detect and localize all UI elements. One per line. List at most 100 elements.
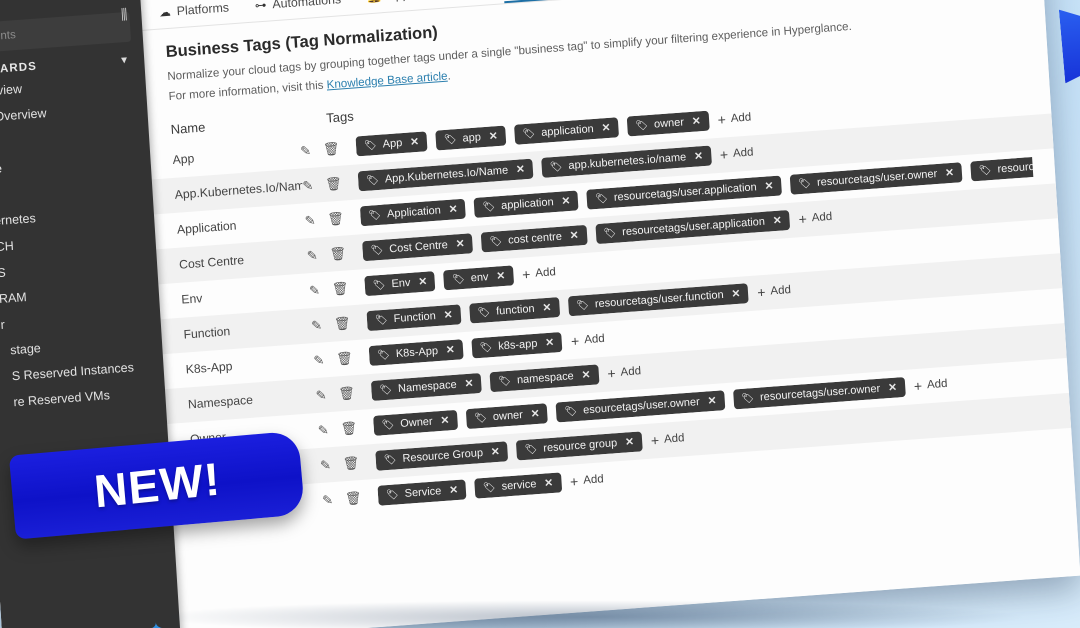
remove-tag-icon[interactable]: ✕ bbox=[581, 369, 591, 382]
remove-tag-icon[interactable]: ✕ bbox=[731, 288, 741, 301]
tag-chip[interactable]: 🏷 app.kubernetes.io/name ✕ bbox=[541, 145, 712, 179]
remove-tag-icon[interactable]: ✕ bbox=[569, 230, 579, 243]
remove-tag-icon[interactable]: ✕ bbox=[694, 150, 704, 163]
remove-tag-icon[interactable]: ✕ bbox=[888, 382, 898, 395]
add-tag-button[interactable]: + Add bbox=[522, 265, 556, 283]
remove-tag-icon[interactable]: ✕ bbox=[945, 167, 955, 180]
tag-chip[interactable]: 🏷 application ✕ bbox=[514, 117, 620, 145]
add-tag-button[interactable]: + Add bbox=[570, 332, 606, 350]
delete-icon[interactable]: 🗑 bbox=[334, 315, 351, 331]
delete-icon[interactable]: 🗑 bbox=[340, 420, 357, 436]
page-drop-shadow bbox=[150, 600, 1030, 628]
delete-icon[interactable]: 🗑 bbox=[342, 455, 359, 471]
remove-tag-icon[interactable]: ✕ bbox=[496, 270, 506, 283]
add-tag-button[interactable]: + Add bbox=[650, 431, 684, 449]
remove-tag-icon[interactable]: ✕ bbox=[707, 395, 717, 408]
tag-chip[interactable]: 🏷 cost centre ✕ bbox=[480, 224, 588, 253]
tag-label: service bbox=[501, 478, 537, 493]
remove-tag-icon[interactable]: ✕ bbox=[448, 203, 458, 216]
edit-icon[interactable]: ✎ bbox=[317, 422, 329, 438]
remove-tag-icon[interactable]: ✕ bbox=[545, 337, 555, 350]
tag-chip[interactable]: 🏷 resourcetags/user.function ✕ bbox=[567, 283, 750, 317]
remove-tag-icon[interactable]: ✕ bbox=[773, 215, 783, 228]
chevron-down-icon[interactable]: ▼ bbox=[119, 54, 131, 66]
delete-icon[interactable]: 🗑 bbox=[329, 245, 346, 261]
edit-icon[interactable]: ✎ bbox=[311, 317, 323, 333]
tag-chip[interactable]: 🏷 Cost Centre ✕ bbox=[362, 233, 474, 262]
tag-chip[interactable]: 🏷 env ✕ bbox=[443, 265, 514, 291]
tab-platforms[interactable]: ☁ Platforms bbox=[159, 0, 230, 27]
add-tag-button[interactable]: + Add bbox=[757, 283, 791, 301]
add-tag-button[interactable]: + Add bbox=[719, 145, 753, 163]
tag-chip[interactable]: 🏷 resource group ✕ bbox=[516, 431, 643, 461]
delete-icon[interactable]: 🗑 bbox=[331, 280, 348, 296]
edit-icon[interactable]: ✎ bbox=[306, 247, 318, 263]
remove-tag-icon[interactable]: ✕ bbox=[516, 163, 526, 176]
filter-icon[interactable]: ⫼ bbox=[120, 6, 128, 23]
edit-icon[interactable]: ✎ bbox=[309, 282, 321, 298]
add-tag-button[interactable]: + Add bbox=[717, 111, 751, 128]
remove-tag-icon[interactable]: ✕ bbox=[491, 446, 501, 459]
tag-chip[interactable]: 🏷resourcetags/user.pipeline✕ bbox=[970, 157, 1034, 182]
tag-chip[interactable]: 🏷 namespace ✕ bbox=[489, 364, 600, 393]
remove-tag-icon[interactable]: ✕ bbox=[692, 115, 702, 128]
tag-chip[interactable]: 🏷 owner ✕ bbox=[626, 110, 710, 137]
delete-icon[interactable]: 🗑 bbox=[338, 385, 355, 401]
edit-icon[interactable]: ✎ bbox=[302, 177, 314, 193]
remove-tag-icon[interactable]: ✕ bbox=[561, 195, 571, 208]
tag-chip[interactable]: 🏷 Namespace ✕ bbox=[370, 373, 483, 402]
remove-tag-icon[interactable]: ✕ bbox=[449, 484, 459, 497]
edit-icon[interactable]: ✎ bbox=[315, 387, 327, 403]
tag-chip[interactable]: 🏷 Owner ✕ bbox=[373, 409, 459, 437]
remove-tag-icon[interactable]: ✕ bbox=[544, 477, 554, 490]
remove-tag-icon[interactable]: ✕ bbox=[440, 414, 450, 427]
sidebar-search-input[interactable]: ments bbox=[0, 11, 132, 53]
remove-tag-icon[interactable]: ✕ bbox=[455, 238, 465, 251]
tag-chip[interactable]: 🏷 resourcetags/user.owner ✕ bbox=[789, 162, 963, 195]
delete-icon[interactable]: 🗑 bbox=[336, 350, 353, 366]
tag-chip[interactable]: 🏷 function ✕ bbox=[468, 297, 560, 324]
delete-icon[interactable]: 🗑 bbox=[345, 490, 362, 506]
tag-chip[interactable]: 🏷 application ✕ bbox=[473, 190, 579, 219]
remove-tag-icon[interactable]: ✕ bbox=[446, 344, 456, 357]
add-tag-label: Add bbox=[583, 332, 606, 347]
tag-chip[interactable]: 🏷 Function ✕ bbox=[366, 304, 462, 332]
add-tag-button[interactable]: + Add bbox=[798, 210, 832, 228]
remove-tag-icon[interactable]: ✕ bbox=[764, 180, 774, 193]
edit-icon[interactable]: ✎ bbox=[304, 212, 316, 228]
edit-icon[interactable]: ✎ bbox=[322, 492, 334, 508]
tag-chip[interactable]: 🏷 Service ✕ bbox=[377, 479, 467, 506]
tag-chip[interactable]: 🏷 App.Kubernetes.Io/Name ✕ bbox=[357, 158, 534, 192]
delete-icon[interactable]: 🗑 bbox=[325, 175, 342, 191]
remove-tag-icon[interactable]: ✕ bbox=[443, 309, 453, 322]
remove-tag-icon[interactable]: ✕ bbox=[542, 302, 552, 315]
delete-icon[interactable]: 🗑 bbox=[323, 140, 340, 156]
edit-icon[interactable]: ✎ bbox=[313, 352, 325, 368]
delete-icon[interactable]: 🗑 bbox=[327, 210, 344, 226]
remove-tag-icon[interactable]: ✕ bbox=[625, 436, 635, 449]
tag-chip[interactable]: 🏷 app ✕ bbox=[435, 125, 507, 151]
tag-chip[interactable]: 🏷 Resource Group ✕ bbox=[375, 441, 509, 471]
remove-tag-icon[interactable]: ✕ bbox=[489, 130, 499, 143]
tag-icon: 🏷 bbox=[370, 244, 384, 257]
remove-tag-icon[interactable]: ✕ bbox=[418, 276, 428, 289]
tag-chip[interactable]: 🏷 Application ✕ bbox=[359, 198, 467, 227]
tag-chip[interactable]: 🏷 k8s-app ✕ bbox=[471, 332, 563, 359]
remove-tag-icon[interactable]: ✕ bbox=[464, 378, 474, 391]
add-tag-button[interactable]: + Add bbox=[570, 472, 604, 490]
tag-chip[interactable]: 🏷 App ✕ bbox=[355, 131, 428, 157]
remove-tag-icon[interactable]: ✕ bbox=[410, 136, 420, 149]
edit-icon[interactable]: ✎ bbox=[300, 142, 312, 158]
tag-chip[interactable]: 🏷 K8s-App ✕ bbox=[368, 339, 464, 367]
edit-icon[interactable]: ✎ bbox=[320, 457, 332, 473]
add-tag-button[interactable]: + Add bbox=[913, 377, 947, 395]
remove-tag-icon[interactable]: ✕ bbox=[530, 408, 540, 421]
remove-tag-icon[interactable]: ✕ bbox=[601, 122, 611, 135]
tag-chip[interactable]: 🏷 service ✕ bbox=[474, 472, 562, 499]
tag-chip[interactable]: 🏷 Env ✕ bbox=[364, 271, 436, 297]
add-tag-button[interactable]: + Add bbox=[607, 364, 641, 382]
tag-chip[interactable]: 🏷 esourcetags/user.owner ✕ bbox=[555, 390, 726, 423]
tag-chip[interactable]: 🏷 owner ✕ bbox=[465, 403, 549, 430]
tag-chip[interactable]: 🏷 resourcetags/user.owner ✕ bbox=[732, 377, 906, 410]
plus-icon: + bbox=[570, 332, 580, 350]
